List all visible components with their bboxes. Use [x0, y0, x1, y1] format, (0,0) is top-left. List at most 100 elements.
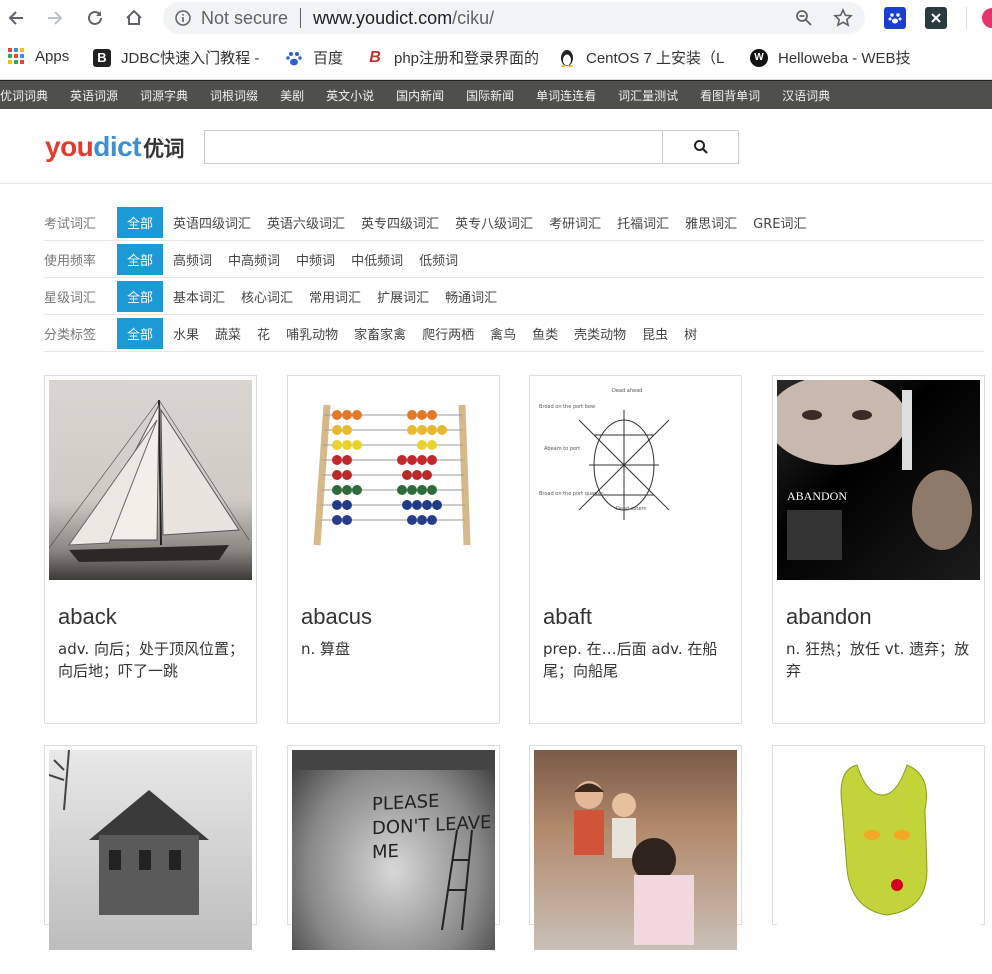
word-card[interactable]: ABANDON abandon n. 狂热；放任 vt. 遗弃；放弃 [772, 375, 985, 724]
bookmark-centos[interactable]: CentOS 7 上安装（L [558, 47, 724, 68]
apps-grid-icon [7, 47, 25, 65]
filter-tag[interactable]: 畅通词汇 [445, 287, 497, 306]
card-word [773, 954, 984, 974]
nav-link[interactable]: 词根词缀 [210, 87, 258, 104]
filter-tag[interactable]: 爬行两栖 [422, 324, 474, 343]
filter-tag[interactable]: 哺乳动物 [286, 324, 338, 343]
filter-all[interactable]: 全部 [117, 206, 164, 238]
filter-tag[interactable]: 英专八级词汇 [455, 213, 533, 232]
forward-icon[interactable] [43, 6, 67, 30]
address-bar[interactable]: Not secure www.youdict.com/ciku/ [163, 2, 865, 34]
movie-poster-image: ABANDON [777, 380, 980, 580]
filter-tag[interactable]: 中频词 [296, 250, 335, 269]
bookmark-apps[interactable]: Apps [7, 47, 69, 65]
search-icon [693, 140, 708, 154]
nav-link[interactable]: 词汇量测试 [618, 87, 678, 104]
bookmark-jdbc[interactable]: B JDBC快速入门教程 - [93, 47, 259, 68]
filter-tag[interactable]: 考研词汇 [549, 213, 601, 232]
filter-tag[interactable]: 中低频词 [351, 250, 403, 269]
url-text: www.youdict.com/ciku/ [313, 7, 495, 28]
word-card[interactable]: PLEASE DON'T LEAVE ME [287, 745, 500, 950]
x-extension-icon[interactable] [925, 7, 947, 29]
home-icon[interactable] [122, 6, 146, 30]
card-word: abacus [301, 604, 372, 629]
card-word: abandon [786, 604, 872, 629]
site-header: youdict优词 [0, 109, 992, 184]
filter-label: 分类标签 [44, 327, 97, 343]
filter-row-stars: 星级词汇 全部 基本词汇 核心词汇 常用词汇 扩展词汇 畅通词汇 [44, 278, 984, 315]
filter-all[interactable]: 全部 [117, 317, 164, 349]
card-definition: n. 狂热；放任 vt. 遗弃；放弃 [786, 640, 970, 680]
filter-tag[interactable]: 英语四级词汇 [173, 213, 251, 232]
card-word [530, 954, 741, 974]
filter-tag[interactable]: 高频词 [173, 250, 212, 269]
bookmark-php[interactable]: B php注册和登录界面的 [366, 47, 539, 68]
svg-text:Broad on the port bow: Broad on the port bow [539, 404, 595, 410]
word-card[interactable] [529, 745, 742, 950]
profile-avatar[interactable] [982, 8, 992, 28]
word-card[interactable]: abacus n. 算盘 [287, 375, 500, 724]
filter-tag[interactable]: 常用词汇 [309, 287, 361, 306]
nav-link[interactable]: 美剧 [280, 87, 304, 104]
reload-icon[interactable] [83, 6, 107, 30]
filter-row-category: 分类标签 全部 水果 蔬菜 花 哺乳动物 家畜家禽 爬行两栖 禽鸟 鱼类 壳类动… [44, 315, 984, 352]
filter-tag[interactable]: 扩展词汇 [377, 287, 429, 306]
bookmark-helloweba[interactable]: W Helloweba - WEB技 [750, 47, 911, 68]
filter-tag[interactable]: 鱼类 [532, 324, 558, 343]
filter-tag[interactable]: GRE词汇 [753, 213, 806, 232]
toy-figure-image [777, 750, 980, 950]
filter-row-exam: 考试词汇 全部 英语四级词汇 英语六级词汇 英专四级词汇 英专八级词汇 考研词汇… [44, 204, 984, 241]
word-card[interactable]: aback adv. 向后；处于顶风位置；向后地；吓了一跳 [44, 375, 257, 724]
star-icon[interactable] [833, 8, 853, 32]
word-card[interactable] [772, 745, 985, 950]
bookmark-baidu[interactable]: 百度 [285, 47, 343, 68]
filter-label: 考试词汇 [44, 216, 97, 232]
filter-tag[interactable]: 壳类动物 [574, 324, 626, 343]
site-logo[interactable]: youdict优词 [45, 131, 185, 163]
old-house-image [49, 750, 252, 950]
filter-tag[interactable]: 雅思词汇 [685, 213, 737, 232]
separator [300, 8, 302, 28]
security-label: Not secure [201, 7, 289, 28]
search-input[interactable] [204, 130, 663, 164]
nav-link[interactable]: 国际新闻 [466, 87, 514, 104]
filter-tag[interactable]: 英专四级词汇 [361, 213, 439, 232]
svg-text:Abeam to port: Abeam to port [544, 446, 580, 452]
nav-link[interactable]: 单词连连看 [536, 87, 596, 104]
filter-tag[interactable]: 家畜家禽 [354, 324, 406, 343]
filter-tag[interactable]: 水果 [173, 324, 199, 343]
nav-link[interactable]: 汉语词典 [782, 87, 830, 104]
filter-tag[interactable]: 中高频词 [228, 250, 280, 269]
back-icon[interactable] [4, 6, 28, 30]
nav-link[interactable]: 英语词源 [70, 87, 118, 104]
filter-all[interactable]: 全部 [117, 243, 164, 275]
filter-tag[interactable]: 花 [257, 324, 270, 343]
filter-tag[interactable]: 昆虫 [642, 324, 668, 343]
nav-link[interactable]: 国内新闻 [396, 87, 444, 104]
nav-link[interactable]: 词源字典 [140, 87, 188, 104]
nav-link[interactable]: 英文小说 [326, 87, 374, 104]
card-word: abaft [543, 604, 592, 629]
filter-all[interactable]: 全部 [117, 280, 164, 312]
filter-tag[interactable]: 英语六级词汇 [267, 213, 345, 232]
bookmarks-bar: Apps B JDBC快速入门教程 - 百度 B php注册和登录界面的 Cen… [0, 36, 992, 80]
nav-link[interactable]: 优词词典 [0, 87, 48, 104]
filter-tag[interactable]: 蔬菜 [215, 324, 241, 343]
card-definition: prep. 在…后面 adv. 在船尾；向船尾 [543, 640, 718, 680]
word-card[interactable] [44, 745, 257, 950]
info-icon[interactable] [175, 10, 191, 26]
svg-text:Broad on the port quarter: Broad on the port quarter [539, 491, 604, 497]
divider [966, 7, 967, 29]
paw-extension-icon[interactable] [884, 7, 906, 29]
word-card[interactable]: Dead ahead Broad on the port bow Abeam to … [529, 375, 742, 724]
filter-tag[interactable]: 树 [684, 324, 697, 343]
search-button[interactable] [662, 130, 739, 164]
filter-tag[interactable]: 基本词汇 [173, 287, 225, 306]
zoom-icon[interactable] [795, 9, 813, 31]
site-top-nav: 优词词典 英语词源 词源字典 词根词缀 美剧 英文小说 国内新闻 国际新闻 单词… [0, 80, 992, 109]
filter-tag[interactable]: 低频词 [419, 250, 458, 269]
filter-tag[interactable]: 核心词汇 [241, 287, 293, 306]
filter-tag[interactable]: 禽鸟 [490, 324, 516, 343]
filter-tag[interactable]: 托福词汇 [617, 213, 669, 232]
nav-link[interactable]: 看图背单词 [700, 87, 760, 104]
